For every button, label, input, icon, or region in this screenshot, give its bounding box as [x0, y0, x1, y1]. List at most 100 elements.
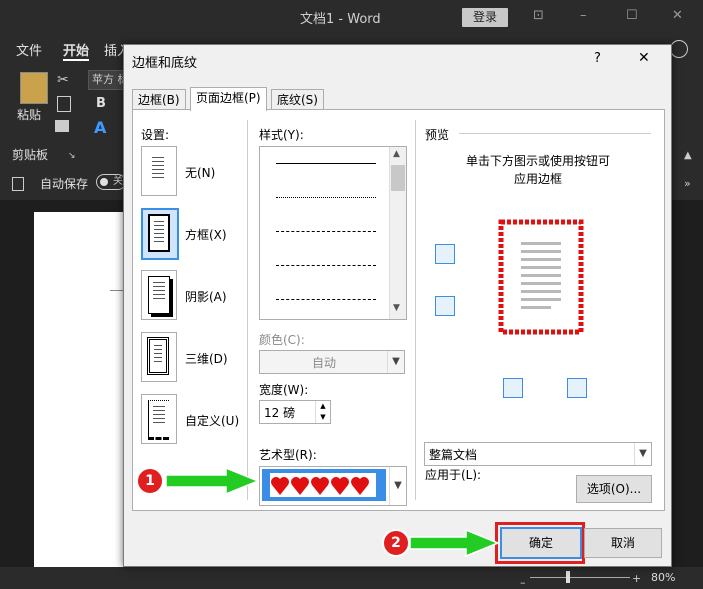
clipboard-group-label: 剪贴板: [12, 148, 49, 162]
tab-file[interactable]: 文件: [16, 40, 42, 59]
zoom-in-icon[interactable]: +: [632, 572, 641, 585]
cancel-button[interactable]: 取消: [584, 528, 662, 558]
mini-page: [148, 400, 169, 440]
top-border-button[interactable]: [435, 244, 455, 264]
chevron-down-icon[interactable]: ▼: [634, 443, 651, 465]
setting-box-icon[interactable]: [141, 208, 179, 260]
setting-3d-label[interactable]: 三维(D): [185, 350, 228, 367]
preview-divider: [459, 133, 651, 134]
chevron-down-icon: ▼: [387, 351, 404, 373]
mini-line: [153, 418, 165, 419]
art-combo[interactable]: ▼: [259, 466, 407, 506]
copy-icon[interactable]: [57, 96, 71, 112]
mini-line: [154, 349, 162, 350]
apply-to-combo[interactable]: 整篇文档 ▼: [424, 442, 652, 466]
setting-custom-label[interactable]: 自定义(U): [185, 412, 239, 429]
style-dash-dot-line[interactable]: [276, 299, 376, 300]
zoom-slider-thumb[interactable]: [566, 571, 570, 583]
scroll-up-icon[interactable]: ▲: [393, 149, 400, 159]
options-button[interactable]: 选项(O)...: [576, 475, 652, 503]
step-2-arrow-icon: [409, 528, 500, 558]
font-name-combo[interactable]: 苹方 标: [88, 70, 127, 90]
tab-home[interactable]: 开始: [63, 40, 90, 61]
minimize-button[interactable]: –: [580, 8, 587, 23]
preview-page[interactable]: [493, 214, 589, 340]
chevron-down-icon[interactable]: ▼: [389, 467, 406, 505]
cut-icon[interactable]: ✂: [57, 72, 69, 88]
mini-line: [154, 237, 164, 238]
zoom-slider[interactable]: [530, 577, 630, 578]
mini-line: [154, 345, 162, 346]
collapse-ribbon-icon[interactable]: ▲: [684, 150, 692, 161]
right-border-button[interactable]: [567, 378, 587, 398]
preview-label: 预览: [425, 128, 450, 142]
mini-line: [152, 177, 164, 178]
autosave-toggle[interactable]: 关: [96, 174, 126, 190]
zoom-out-icon[interactable]: –: [520, 577, 526, 588]
close-window-button[interactable]: ✕: [672, 8, 683, 23]
stepper-up-icon[interactable]: ▲: [315, 401, 330, 412]
mini-line: [152, 169, 164, 170]
mini-line: [153, 290, 165, 291]
setting-box-label[interactable]: 方框(X): [185, 226, 227, 243]
mini-page: [148, 276, 170, 314]
help-button[interactable]: ?: [594, 51, 601, 66]
art-hearts-sample: [270, 473, 376, 497]
style-scrollbar[interactable]: ▲ ▼: [389, 147, 406, 319]
column-divider: [415, 120, 416, 500]
zoom-level[interactable]: 80%: [651, 571, 675, 584]
scroll-thumb[interactable]: [391, 165, 405, 191]
bottom-border-button[interactable]: [435, 296, 455, 316]
new-document-icon[interactable]: [12, 177, 24, 191]
setting-3d-icon[interactable]: [141, 332, 177, 382]
smiley-feedback-icon[interactable]: [670, 40, 688, 58]
color-combo: 自动 ▼: [259, 350, 405, 374]
ribbon-display-icon[interactable]: ⊡: [533, 8, 544, 23]
tab-shading[interactable]: 底纹(S): [271, 89, 324, 110]
login-button[interactable]: 登录: [462, 8, 508, 27]
width-value[interactable]: 12 磅: [264, 404, 295, 421]
bold-button[interactable]: B: [96, 96, 106, 111]
mini-line: [152, 157, 164, 158]
style-solid-line[interactable]: [276, 163, 376, 164]
stepper-down-icon[interactable]: ▼: [315, 412, 330, 423]
scroll-down-icon[interactable]: ▼: [393, 303, 400, 313]
setting-none-icon[interactable]: [141, 146, 177, 196]
document-page[interactable]: [34, 212, 126, 570]
mini-line: [154, 357, 162, 358]
mini-line: [153, 406, 165, 407]
mini-line: [153, 286, 165, 287]
mini-line: [153, 414, 165, 415]
art-selected-swatch[interactable]: [262, 469, 386, 501]
style-dashed-line[interactable]: [276, 231, 376, 232]
column-divider: [247, 120, 248, 500]
format-painter-icon[interactable]: [55, 120, 69, 132]
text-effects-icon[interactable]: A: [94, 118, 106, 137]
paste-icon[interactable]: [20, 72, 48, 104]
width-stepper[interactable]: 12 磅 ▲ ▼: [259, 400, 331, 424]
mini-line: [154, 233, 164, 234]
close-dialog-button[interactable]: ✕: [638, 50, 650, 66]
style-dotted-line[interactable]: [276, 197, 376, 198]
apply-to-value[interactable]: 整篇文档: [429, 446, 477, 463]
setting-none-label[interactable]: 无(N): [185, 164, 215, 181]
width-label: 宽度(W):: [259, 383, 309, 397]
dialog-title: 边框和底纹: [132, 56, 198, 71]
setting-custom-icon[interactable]: [141, 394, 177, 444]
paste-label[interactable]: 粘贴: [17, 106, 41, 123]
more-commands-icon[interactable]: »: [684, 177, 691, 190]
setting-shadow-icon[interactable]: [141, 270, 177, 320]
mini-page: [147, 337, 169, 375]
style-long-dash-line[interactable]: [276, 265, 376, 266]
toggle-knob: [100, 178, 108, 186]
setting-shadow-label[interactable]: 阴影(A): [185, 288, 227, 305]
tab-borders[interactable]: 边框(B): [132, 89, 186, 110]
tab-page-border[interactable]: 页面边框(P): [190, 87, 267, 111]
left-border-button[interactable]: [503, 378, 523, 398]
mini-line: [154, 361, 162, 362]
style-listbox[interactable]: ▲ ▼: [259, 146, 407, 320]
dialog-launcher-icon[interactable]: ↘: [68, 151, 76, 161]
maximize-button[interactable]: ☐: [626, 8, 638, 23]
step-1-badge: 1: [136, 467, 164, 495]
mini-line: [154, 229, 164, 230]
